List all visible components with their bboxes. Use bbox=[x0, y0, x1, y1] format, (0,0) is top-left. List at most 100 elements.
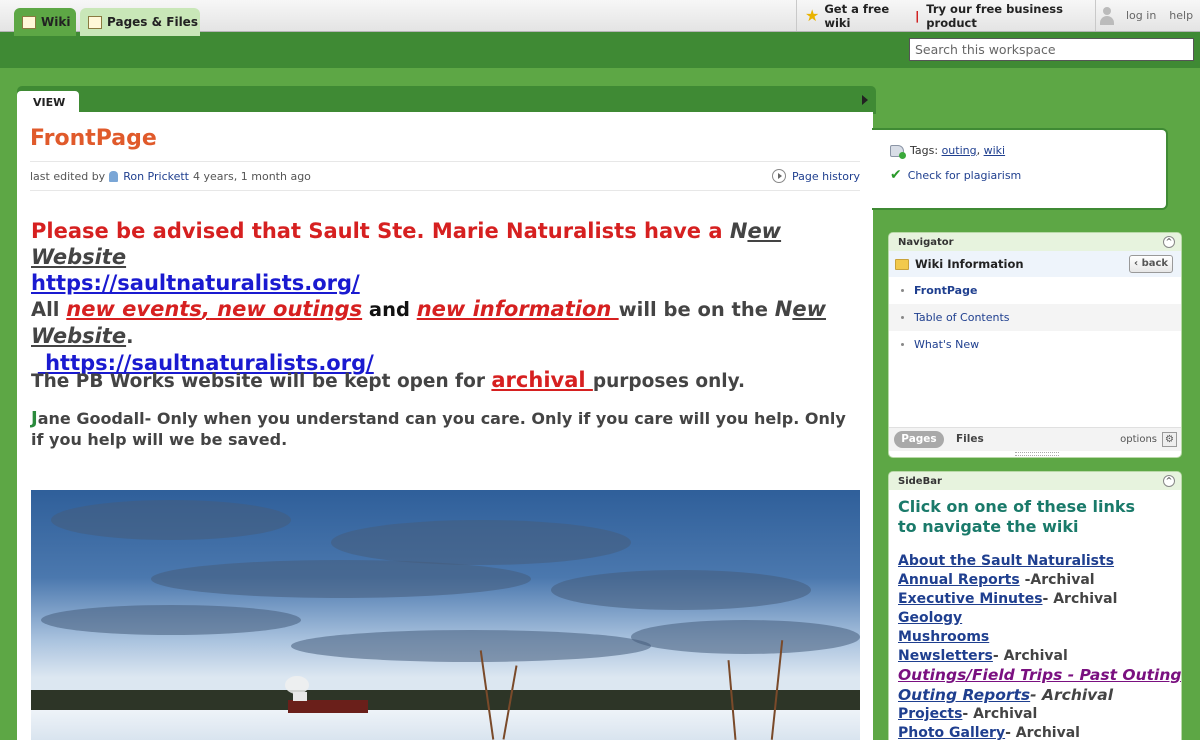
folder-pages-icon bbox=[88, 15, 102, 29]
new-website-n: N bbox=[729, 219, 748, 243]
p2-period: . bbox=[126, 325, 134, 348]
tag-icon bbox=[890, 144, 906, 159]
link-suffix: - Archival bbox=[1005, 725, 1080, 740]
main-content-card: FrontPage last edited by Ron Prickett 4 … bbox=[17, 112, 873, 740]
user-icon bbox=[1100, 6, 1114, 25]
sidebar-link-outing-reports[interactable]: Outing Reports bbox=[898, 686, 1030, 704]
page-title: FrontPage bbox=[30, 126, 157, 151]
sidebar-link-row: Executive Minutes- Archival bbox=[898, 590, 1181, 609]
star-icon: ★ bbox=[805, 6, 820, 25]
quote-initial: J bbox=[31, 408, 38, 429]
nav-item-label: What's New bbox=[914, 338, 980, 351]
p2-and: and bbox=[362, 298, 417, 321]
collapse-icon[interactable]: ^ bbox=[1163, 236, 1175, 248]
sidebar-link-row: Outing Reports- Archival bbox=[898, 686, 1181, 705]
sidebar-link-outings[interactable]: Outings/Field Trips - Past Outings bbox=[898, 666, 1181, 684]
tab-pages-files-label: Pages & Files bbox=[107, 15, 198, 29]
tags-row: Tags: outing, wiki bbox=[890, 144, 1005, 159]
sidebar-link-row: About the Sault Naturalists bbox=[898, 552, 1181, 571]
quote-paragraph: Jane Goodall- Only when you understand c… bbox=[31, 408, 861, 450]
navigator-folder-label: Wiki Information bbox=[915, 257, 1024, 271]
author-link[interactable]: Ron Prickett bbox=[123, 170, 189, 183]
sidebar-link-row: Mushrooms bbox=[898, 628, 1181, 647]
nav-item-label: FrontPage bbox=[914, 284, 978, 297]
sidebar-link-projects[interactable]: Projects bbox=[898, 706, 962, 722]
auth-links: log in help bbox=[1100, 0, 1193, 31]
page-body: Please be advised that Sault Ste. Marie … bbox=[31, 218, 861, 449]
sidebar-panel: SideBar ^ Click on one of these links to… bbox=[888, 471, 1182, 740]
navigator-panel: Navigator ^ Wiki Information ‹ back Fron… bbox=[888, 232, 1182, 458]
new-website-link-1[interactable]: https://saultnaturalists.org/ bbox=[31, 271, 360, 295]
folder-icon bbox=[895, 258, 909, 270]
tab-wiki-label: Wiki bbox=[41, 15, 71, 29]
pages-toggle[interactable]: Pages bbox=[894, 431, 944, 448]
p2-new-outings: new outings bbox=[209, 297, 363, 321]
wiki-edit-icon bbox=[22, 15, 36, 29]
p3-suffix: purposes only. bbox=[592, 371, 746, 392]
help-link[interactable]: help bbox=[1169, 9, 1193, 22]
p2-new-n: N bbox=[774, 297, 793, 321]
tags-comma: , bbox=[976, 144, 981, 157]
navigator-title: Navigator bbox=[898, 237, 954, 248]
advisory-text: Please be advised that Sault Ste. Marie … bbox=[31, 219, 730, 243]
search-input[interactable] bbox=[909, 38, 1194, 61]
collapse-icon[interactable]: ^ bbox=[1163, 475, 1175, 487]
announcement-paragraph: All new events, new outings and new info… bbox=[31, 296, 861, 377]
sidebar-link-annual-reports[interactable]: Annual Reports bbox=[898, 572, 1020, 588]
tag-wiki[interactable]: wiki bbox=[984, 144, 1005, 157]
sidebar-intro: Click on one of these links to navigate … bbox=[898, 497, 1136, 536]
business-product-link[interactable]: Try our free business product bbox=[926, 2, 1095, 30]
bullet-icon bbox=[901, 316, 904, 319]
tag-outing[interactable]: outing bbox=[942, 144, 977, 157]
p3-prefix: The PB Works website will be kept open f… bbox=[31, 371, 492, 392]
expand-arrow-icon[interactable] bbox=[862, 95, 868, 105]
sidebar-link-newsletters[interactable]: Newsletters bbox=[898, 648, 993, 664]
nav-item-whats-new[interactable]: What's New bbox=[889, 331, 1181, 358]
nav-item-frontpage[interactable]: FrontPage bbox=[889, 277, 1181, 304]
sidebar-header: SideBar ^ bbox=[889, 472, 1181, 490]
sidebar-link-row: Geology bbox=[898, 609, 1181, 628]
link-suffix: - Archival bbox=[962, 706, 1038, 722]
sidebar-links: About the Sault Naturalists Annual Repor… bbox=[889, 537, 1181, 740]
plagiarism-row[interactable]: ✔ Check for plagiarism bbox=[890, 167, 1021, 183]
gear-icon[interactable]: ⚙ bbox=[1162, 432, 1177, 447]
sidebar-link-geology[interactable]: Geology bbox=[898, 610, 962, 626]
sidebar-title: SideBar bbox=[898, 476, 942, 487]
files-toggle[interactable]: Files bbox=[956, 431, 984, 448]
page-meta: last edited by Ron Prickett 4 years, 1 m… bbox=[30, 161, 860, 191]
page-history-link[interactable]: Page history bbox=[772, 169, 860, 183]
tab-wiki[interactable]: Wiki bbox=[14, 8, 76, 36]
sidebar-link-photo-gallery[interactable]: Photo Gallery bbox=[898, 725, 1005, 740]
card-header bbox=[17, 86, 876, 114]
plagiarism-link[interactable]: Check for plagiarism bbox=[908, 169, 1022, 182]
sidebar-link-row: Newsletters- Archival bbox=[898, 647, 1181, 666]
bullet-icon bbox=[901, 343, 904, 346]
back-button[interactable]: ‹ back bbox=[1129, 255, 1173, 273]
p2-new-information: new information bbox=[416, 297, 619, 321]
navigator-footer: Pages Files options ⚙ bbox=[889, 427, 1181, 451]
edit-time: 4 years, 1 month ago bbox=[193, 169, 311, 183]
check-icon: ✔ bbox=[890, 167, 902, 183]
nav-item-table-of-contents[interactable]: Table of Contents bbox=[889, 304, 1181, 331]
sidebar-link-about[interactable]: About the Sault Naturalists bbox=[898, 553, 1114, 569]
navigator-header: Navigator ^ bbox=[889, 233, 1181, 251]
link-suffix: -Archival bbox=[1019, 572, 1095, 588]
meta-prefix: last edited by bbox=[30, 169, 106, 183]
lake-ship-photo bbox=[31, 490, 860, 740]
tags-box: Tags: outing, wiki ✔ Check for plagiaris… bbox=[872, 128, 1168, 210]
tab-pages-files[interactable]: Pages & Files bbox=[80, 8, 200, 36]
link-suffix: - Archival bbox=[1042, 591, 1118, 607]
sidebar-link-executive-minutes[interactable]: Executive Minutes bbox=[898, 591, 1043, 607]
resize-grip[interactable] bbox=[1015, 452, 1059, 456]
link-suffix: - Archival bbox=[1030, 686, 1114, 704]
sidebar-link-row: Photo Gallery- Archival bbox=[898, 724, 1181, 740]
free-wiki-link[interactable]: Get a free wiki bbox=[824, 2, 908, 30]
navigator-folder[interactable]: Wiki Information ‹ back bbox=[889, 251, 1181, 277]
sidebar-link-row: Annual Reports -Archival bbox=[898, 571, 1181, 590]
login-link[interactable]: log in bbox=[1126, 9, 1156, 22]
p2-all: All bbox=[31, 298, 67, 321]
page-history-label: Page history bbox=[792, 169, 860, 183]
sidebar-link-mushrooms[interactable]: Mushrooms bbox=[898, 629, 989, 645]
p2-comma: , bbox=[201, 297, 210, 321]
options-link[interactable]: options bbox=[1120, 431, 1157, 448]
